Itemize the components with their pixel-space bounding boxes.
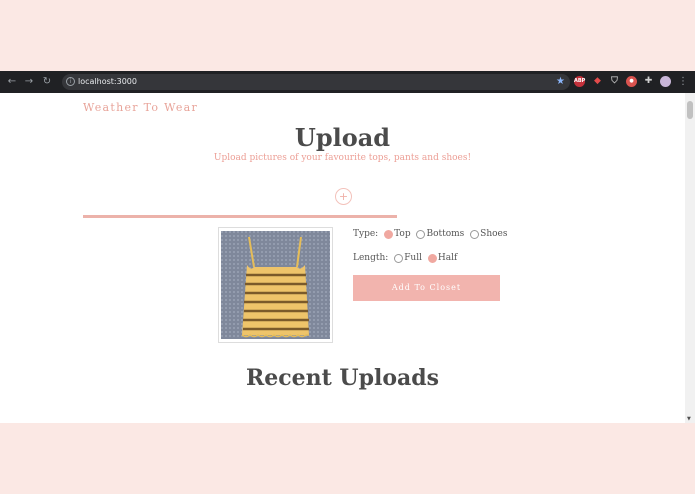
tank-top-photo	[221, 231, 330, 339]
site-info-icon[interactable]: i	[66, 77, 75, 86]
type-bottoms-radio[interactable]	[416, 229, 426, 239]
length-half-radio[interactable]	[427, 253, 437, 263]
page-content: Weather To Wear Upload Upload pictures o…	[0, 93, 685, 423]
recent-uploads-heading: Recent Uploads	[245, 365, 440, 391]
type-shoes-radio[interactable]	[470, 229, 480, 239]
length-full-label[interactable]: Full	[404, 251, 422, 265]
page-scrollbar[interactable]: ▼	[685, 93, 695, 423]
browser-window: ← → ↻ i localhost:3000 ★ ABP ◆ ⛉ ● ✚ ⋮ W…	[0, 71, 695, 423]
extension-red-icon[interactable]: ◆	[592, 76, 603, 87]
page-subtitle: Upload pictures of your favourite tops, …	[213, 153, 472, 163]
abp-icon[interactable]: ABP	[574, 76, 585, 87]
extension-red-2-icon[interactable]: ●	[626, 76, 637, 87]
url-text[interactable]: localhost:3000	[78, 76, 137, 88]
scroll-down-arrow-icon[interactable]: ▼	[687, 416, 691, 422]
length-full-radio[interactable]	[394, 253, 404, 263]
type-top-radio[interactable]	[384, 229, 394, 239]
scrollbar-thumb[interactable]	[687, 101, 693, 119]
page-title: Upload	[294, 123, 391, 152]
forward-icon[interactable]: →	[22, 75, 36, 89]
browser-menu-icon[interactable]: ⋮	[678, 75, 688, 89]
length-half-label[interactable]: Half	[438, 251, 457, 265]
reload-icon[interactable]: ↻	[40, 75, 54, 89]
back-icon[interactable]: ←	[5, 75, 19, 89]
profile-avatar[interactable]	[660, 76, 671, 87]
address-bar[interactable]: i localhost:3000 ★	[62, 74, 570, 90]
add-photo-button[interactable]: +	[335, 188, 352, 205]
type-field: Type: Top Bottoms Shoes	[353, 227, 508, 241]
puzzle-icon[interactable]: ✚	[643, 76, 654, 87]
type-bottoms-label[interactable]: Bottoms	[426, 227, 464, 241]
type-top-label[interactable]: Top	[394, 227, 410, 241]
browser-toolbar: ← → ↻ i localhost:3000 ★ ABP ◆ ⛉ ● ✚ ⋮	[0, 71, 695, 93]
add-to-closet-button[interactable]: Add To Closet	[353, 275, 500, 301]
uploaded-photo-frame	[218, 227, 333, 343]
shield-icon[interactable]: ⛉	[609, 76, 620, 87]
length-label: Length:	[353, 253, 389, 263]
brand-logo[interactable]: Weather To Wear	[83, 101, 198, 114]
length-field: Length: Full Half	[353, 251, 457, 265]
type-shoes-label[interactable]: Shoes	[480, 227, 507, 241]
bookmark-star-icon[interactable]: ★	[556, 75, 565, 89]
type-label: Type:	[353, 229, 379, 239]
upload-progress-bar	[83, 215, 397, 218]
